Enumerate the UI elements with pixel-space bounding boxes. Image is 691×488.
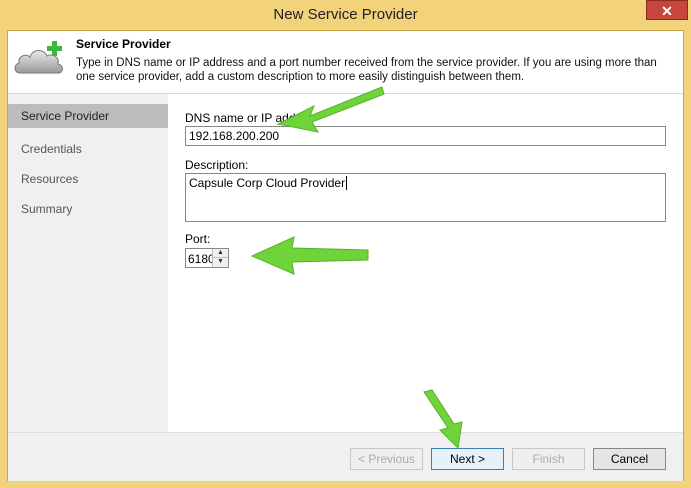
arrow-pointing-next-icon: [423, 389, 463, 450]
port-label: Port:: [185, 232, 211, 246]
previous-button[interactable]: < Previous: [350, 448, 423, 470]
sidebar-item-credentials[interactable]: Credentials: [8, 134, 168, 164]
title-bar[interactable]: New Service Provider ✕: [0, 0, 691, 30]
text-cursor: [346, 176, 348, 190]
dns-input-value: 192.168.200.200: [189, 129, 280, 143]
sidebar-item-resources[interactable]: Resources: [8, 164, 168, 194]
cancel-button[interactable]: Cancel: [593, 448, 666, 470]
description-input-value: Capsule Corp Cloud Provider: [189, 176, 346, 190]
wizard-steps-sidebar: Service Provider Credentials Resources S…: [8, 94, 168, 432]
window-title: New Service Provider: [273, 6, 418, 23]
next-button[interactable]: Next >: [431, 448, 504, 470]
sidebar-item-service-provider[interactable]: Service Provider: [8, 104, 168, 128]
form-content: DNS name or IP addre 192.168.200.200 Des…: [168, 94, 683, 432]
sidebar-item-summary[interactable]: Summary: [8, 194, 168, 224]
arrow-pointing-port-icon: [250, 236, 369, 275]
dialog-window: New Service Provider ✕ Service Provider …: [0, 0, 691, 488]
port-value: 6180: [188, 252, 215, 266]
description-label: Description:: [185, 158, 249, 172]
dns-input[interactable]: 192.168.200.200: [185, 126, 666, 146]
port-stepper[interactable]: 6180 ▲ ▼: [185, 248, 229, 268]
header-description: Type in DNS name or IP address and a por…: [76, 57, 657, 83]
close-button[interactable]: ✕: [646, 0, 688, 20]
arrow-pointing-dns-icon: [276, 86, 385, 133]
header-title: Service Provider: [76, 37, 171, 51]
description-input[interactable]: Capsule Corp Cloud Provider: [185, 173, 666, 222]
stepper-buttons: ▲ ▼: [212, 249, 228, 267]
wizard-footer: < Previous Next > Finish Cancel: [8, 432, 683, 481]
cloud-add-icon: [14, 41, 63, 74]
stepper-up-icon[interactable]: ▲: [213, 249, 228, 258]
finish-button[interactable]: Finish: [512, 448, 585, 470]
stepper-down-icon[interactable]: ▼: [213, 258, 228, 267]
